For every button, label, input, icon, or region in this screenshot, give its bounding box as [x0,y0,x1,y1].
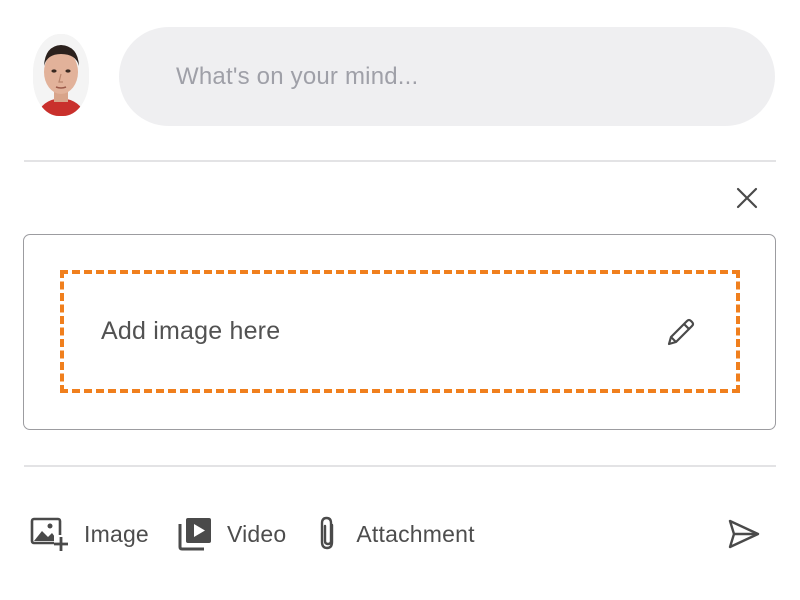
avatar[interactable] [33,34,89,116]
divider [24,465,776,467]
post-input[interactable]: What's on your mind... [119,27,775,126]
attachment-toolbar: Image Video Attachment [30,510,503,558]
add-attachment-label: Attachment [356,520,475,547]
drop-zone-label: Add image here [101,317,281,345]
close-icon [736,187,758,209]
send-icon [728,519,760,549]
image-drop-zone[interactable]: Add image here [60,270,740,393]
video-library-icon [177,516,213,552]
close-button[interactable] [733,184,761,212]
add-video-label: Video [226,520,287,547]
pencil-icon [667,318,695,346]
add-attachment-button[interactable]: Attachment [314,515,475,553]
avatar-image [33,34,89,116]
post-input-placeholder: What's on your mind... [176,62,419,90]
add-image-button[interactable]: Image [30,515,149,553]
post-composer: What's on your mind... Add image here Im… [0,0,800,600]
add-video-button[interactable]: Video [177,516,286,552]
add-image-label: Image [84,520,149,547]
paperclip-icon [314,515,342,553]
edit-button[interactable] [662,315,698,351]
send-button[interactable] [724,516,764,552]
add-image-icon [30,515,70,553]
divider [24,160,776,162]
